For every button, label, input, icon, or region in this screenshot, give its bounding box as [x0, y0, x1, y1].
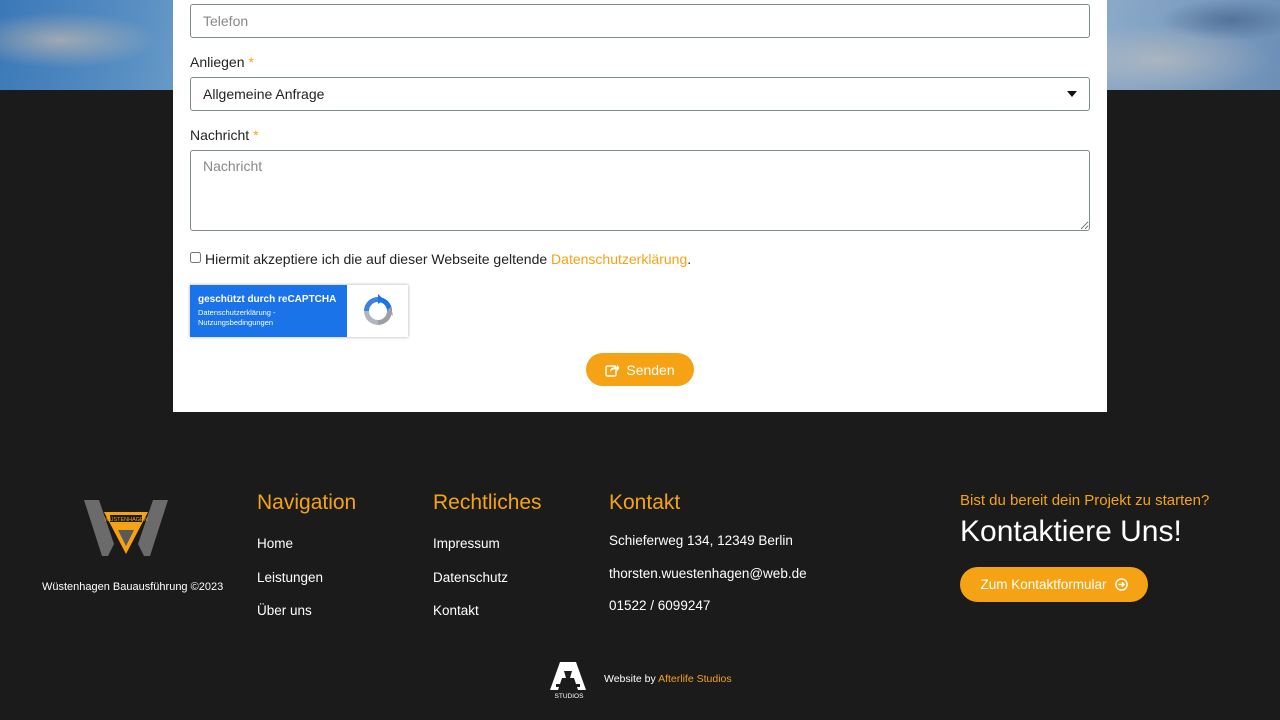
website-credit: Website by Afterlife Studios [604, 673, 732, 685]
copyright-text: Wüstenhagen Bauausführung ©2023 [42, 581, 224, 593]
share-icon [605, 364, 620, 377]
consent-row: Hiermit akzeptiere ich die auf dieser We… [190, 251, 691, 267]
recaptcha-links[interactable]: Datenschutzerklärung - Nutzungsbedingung… [198, 308, 339, 328]
contact-email[interactable]: thorsten.wuestenhagen@web.de [609, 566, 807, 581]
legal-heading: Rechtliches [433, 491, 542, 514]
footer-link-services[interactable]: Leistungen [257, 570, 323, 585]
consent-end: . [687, 251, 692, 267]
required-mark: * [248, 54, 254, 70]
phone-input[interactable] [190, 4, 1090, 38]
send-button[interactable]: Senden [586, 353, 694, 386]
cta-title: Kontaktiere Uns! [960, 515, 1182, 548]
afterlife-studios-link[interactable]: Afterlife Studios [658, 673, 732, 685]
footer-link-about[interactable]: Über uns [257, 603, 312, 618]
subject-select[interactable]: Allgemeine Anfrage [190, 77, 1090, 111]
subject-label: Anliegen * [190, 54, 254, 70]
contact-form-button[interactable]: Zum Kontaktformular [960, 567, 1148, 602]
afterlife-studios-logo[interactable]: STUDIOS [549, 660, 587, 705]
privacy-policy-link[interactable]: Datenschutzerklärung [551, 251, 687, 267]
contact-form-button-label: Zum Kontaktformular [980, 577, 1107, 592]
footer-link-home[interactable]: Home [257, 536, 293, 551]
arrow-circle-right-icon [1114, 578, 1128, 591]
recaptcha-badge[interactable]: geschützt durch reCAPTCHA Datenschutzerk… [190, 285, 408, 337]
recaptcha-info: geschützt durch reCAPTCHA Datenschutzerk… [190, 285, 347, 337]
consent-text: Hiermit akzeptiere ich die auf dieser We… [205, 251, 548, 267]
message-textarea[interactable] [190, 150, 1090, 231]
svg-text:STUDIOS: STUDIOS [555, 693, 585, 700]
recaptcha-title: geschützt durch reCAPTCHA [198, 294, 337, 305]
footer-link-imprint[interactable]: Impressum [433, 536, 500, 551]
subject-selected-value: Allgemeine Anfrage [203, 86, 325, 102]
navigation-heading: Navigation [257, 491, 357, 514]
chevron-down-icon [1067, 91, 1077, 97]
contact-heading: Kontakt [609, 491, 681, 514]
cta-question: Bist du bereit dein Projekt zu starten? [960, 492, 1210, 509]
message-label: Nachricht * [190, 127, 259, 143]
required-mark: * [253, 127, 259, 143]
send-button-label: Senden [626, 361, 675, 378]
consent-checkbox[interactable] [190, 251, 201, 263]
contact-phone[interactable]: 01522 / 6099247 [609, 598, 710, 613]
contact-form: Anliegen* Allgemeine Anfrage Nachricht* … [173, 0, 1107, 412]
footer-link-privacy[interactable]: Datenschutz [433, 570, 508, 585]
contact-address: Schieferweg 134, 12349 Berlin [609, 533, 793, 548]
recaptcha-icon [347, 285, 408, 337]
footer-link-contact[interactable]: Kontakt [433, 603, 479, 618]
svg-text:WÜSTENHAGEN: WÜSTENHAGEN [104, 516, 147, 523]
company-logo[interactable]: WÜSTENHAGEN [84, 500, 168, 563]
